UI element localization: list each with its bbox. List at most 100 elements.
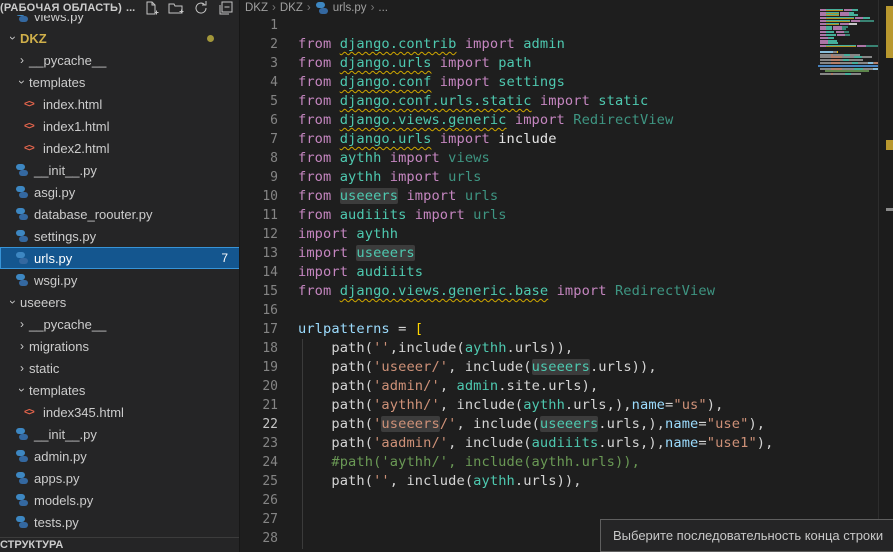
- chevron-down-icon[interactable]: ›: [15, 75, 29, 89]
- code-line-24[interactable]: #path('aythh/', include(aythh.urls)),: [298, 453, 640, 472]
- line-number[interactable]: 26: [241, 491, 278, 510]
- code-token: ,include(: [390, 340, 465, 356]
- line-number[interactable]: 20: [241, 377, 278, 396]
- line-number[interactable]: 18: [241, 339, 278, 358]
- scrollbar-overview-ruler[interactable]: [878, 0, 893, 552]
- new-file-icon[interactable]: [143, 0, 159, 16]
- tree-item-apps-py[interactable]: apps.py: [0, 467, 240, 489]
- code-line-12[interactable]: import aythh: [298, 225, 398, 244]
- line-number[interactable]: 9: [241, 168, 278, 187]
- code-token: views: [448, 150, 490, 166]
- line-number[interactable]: 15: [241, 282, 278, 301]
- line-number[interactable]: 13: [241, 244, 278, 263]
- tree-item--pycache-[interactable]: ›__pycache__: [0, 313, 240, 335]
- line-number[interactable]: 10: [241, 187, 278, 206]
- line-number[interactable]: 1: [241, 16, 278, 35]
- code-line-18[interactable]: path('',include(aythh.urls)),: [298, 339, 573, 358]
- line-number[interactable]: 23: [241, 434, 278, 453]
- code-line-4[interactable]: from django.conf import settings: [298, 73, 565, 92]
- tree-item-settings-py[interactable]: settings.py: [0, 225, 240, 247]
- line-number[interactable]: 17: [241, 320, 278, 339]
- refresh-explorer-icon[interactable]: [193, 0, 209, 16]
- code-line-25[interactable]: path('', include(aythh.urls)),: [298, 472, 582, 491]
- code-line-14[interactable]: import audiiits: [298, 263, 423, 282]
- code-line-21[interactable]: path('aythh/', include(aythh.urls,),name…: [298, 396, 723, 415]
- chevron-right-icon[interactable]: ›: [15, 361, 29, 375]
- code-line-3[interactable]: from django.urls import path: [298, 54, 532, 73]
- tree-item-tests-py[interactable]: tests.py: [0, 511, 240, 533]
- code-line-5[interactable]: from django.conf.urls.static import stat…: [298, 92, 648, 111]
- line-number[interactable]: 19: [241, 358, 278, 377]
- code-token: ),: [707, 397, 724, 413]
- line-number[interactable]: 27: [241, 510, 278, 529]
- tree-item-index1-html[interactable]: <>index1.html: [0, 115, 240, 137]
- code-line-2[interactable]: from django.contrib import admin: [298, 35, 565, 54]
- tree-item-wsgi-py[interactable]: wsgi.py: [0, 269, 240, 291]
- code-line-9[interactable]: from aythh import urls: [298, 168, 482, 187]
- code-line-20[interactable]: path('admin/', admin.site.urls),: [298, 377, 598, 396]
- code-line-15[interactable]: from django.views.generic.base import Re…: [298, 282, 715, 301]
- line-number[interactable]: 12: [241, 225, 278, 244]
- tree-item--init-py[interactable]: __init__.py: [0, 423, 240, 445]
- line-number[interactable]: 28: [241, 529, 278, 548]
- line-number[interactable]: 7: [241, 130, 278, 149]
- collapse-folders-icon[interactable]: [218, 0, 234, 16]
- tree-item-templates[interactable]: ›templates: [0, 71, 240, 93]
- line-number[interactable]: 5: [241, 92, 278, 111]
- tree-item-migrations[interactable]: ›migrations: [0, 335, 240, 357]
- line-number[interactable]: 24: [241, 453, 278, 472]
- code-token: ),: [748, 416, 765, 432]
- new-folder-icon[interactable]: [168, 0, 184, 16]
- tree-item-index2-html[interactable]: <>index2.html: [0, 137, 240, 159]
- code-line-22[interactable]: path('useeers/', include(useeers.urls,),…: [298, 415, 765, 434]
- line-number[interactable]: 25: [241, 472, 278, 491]
- tree-item-index345-html[interactable]: <>index345.html: [0, 401, 240, 423]
- line-number[interactable]: 22: [241, 415, 278, 434]
- chevron-down-icon[interactable]: ›: [15, 383, 29, 397]
- tree-item-dkz[interactable]: ›DKZ: [0, 27, 240, 49]
- line-number[interactable]: 21: [241, 396, 278, 415]
- tree-item-admin-py[interactable]: admin.py: [0, 445, 240, 467]
- code-line-11[interactable]: from audiiits import urls: [298, 206, 507, 225]
- chevron-right-icon[interactable]: ›: [15, 317, 29, 331]
- line-number[interactable]: 11: [241, 206, 278, 225]
- tree-item-useeers[interactable]: ›useeers: [0, 291, 240, 313]
- code-line-23[interactable]: path('aadmin/', include(audiiits.urls,),…: [298, 434, 773, 453]
- code-line-13[interactable]: import useeers: [298, 244, 415, 263]
- tree-item-label: __init__.py: [34, 427, 97, 442]
- tree-item-database-roouter-py[interactable]: database_roouter.py: [0, 203, 240, 225]
- chevron-right-icon[interactable]: ›: [15, 53, 29, 67]
- minimap[interactable]: [818, 0, 878, 552]
- code-line-10[interactable]: from useeers import urls: [298, 187, 498, 206]
- chevron-right-icon[interactable]: ›: [15, 339, 29, 353]
- code-line-6[interactable]: from django.views.generic import Redirec…: [298, 111, 673, 130]
- tree-item-label: migrations: [29, 339, 89, 354]
- code-line-17[interactable]: urlpatterns = [: [298, 320, 423, 339]
- code-token: path(: [298, 340, 373, 356]
- line-number[interactable]: 6: [241, 111, 278, 130]
- chevron-down-icon[interactable]: ›: [6, 31, 20, 45]
- more-actions-icon[interactable]: ...: [126, 2, 135, 14]
- code-line-8[interactable]: from aythh import views: [298, 149, 490, 168]
- code-area[interactable]: from django.contrib import adminfrom dja…: [298, 0, 818, 552]
- explorer-section-header[interactable]: (РАБОЧАЯ ОБЛАСТЬ) ...: [0, 0, 240, 15]
- tree-item--pycache-[interactable]: ›__pycache__: [0, 49, 240, 71]
- code-line-19[interactable]: path('useeer/', include(useeers.urls)),: [298, 358, 657, 377]
- line-number[interactable]: 3: [241, 54, 278, 73]
- outline-section-header[interactable]: СТРУКТУРА: [0, 537, 240, 552]
- chevron-down-icon[interactable]: ›: [6, 295, 20, 309]
- tree-item-asgi-py[interactable]: asgi.py: [0, 181, 240, 203]
- line-number[interactable]: 4: [241, 73, 278, 92]
- tree-item-static[interactable]: ›static: [0, 357, 240, 379]
- tree-item-templates[interactable]: ›templates: [0, 379, 240, 401]
- tree-item-label: index.html: [43, 97, 102, 112]
- code-line-7[interactable]: from django.urls import include: [298, 130, 557, 149]
- tree-item--init-py[interactable]: __init__.py: [0, 159, 240, 181]
- line-number[interactable]: 16: [241, 301, 278, 320]
- tree-item-index-html[interactable]: <>index.html: [0, 93, 240, 115]
- tree-item-urls-py[interactable]: urls.py7: [0, 247, 240, 269]
- line-number[interactable]: 8: [241, 149, 278, 168]
- line-number[interactable]: 14: [241, 263, 278, 282]
- tree-item-models-py[interactable]: models.py: [0, 489, 240, 511]
- line-number[interactable]: 2: [241, 35, 278, 54]
